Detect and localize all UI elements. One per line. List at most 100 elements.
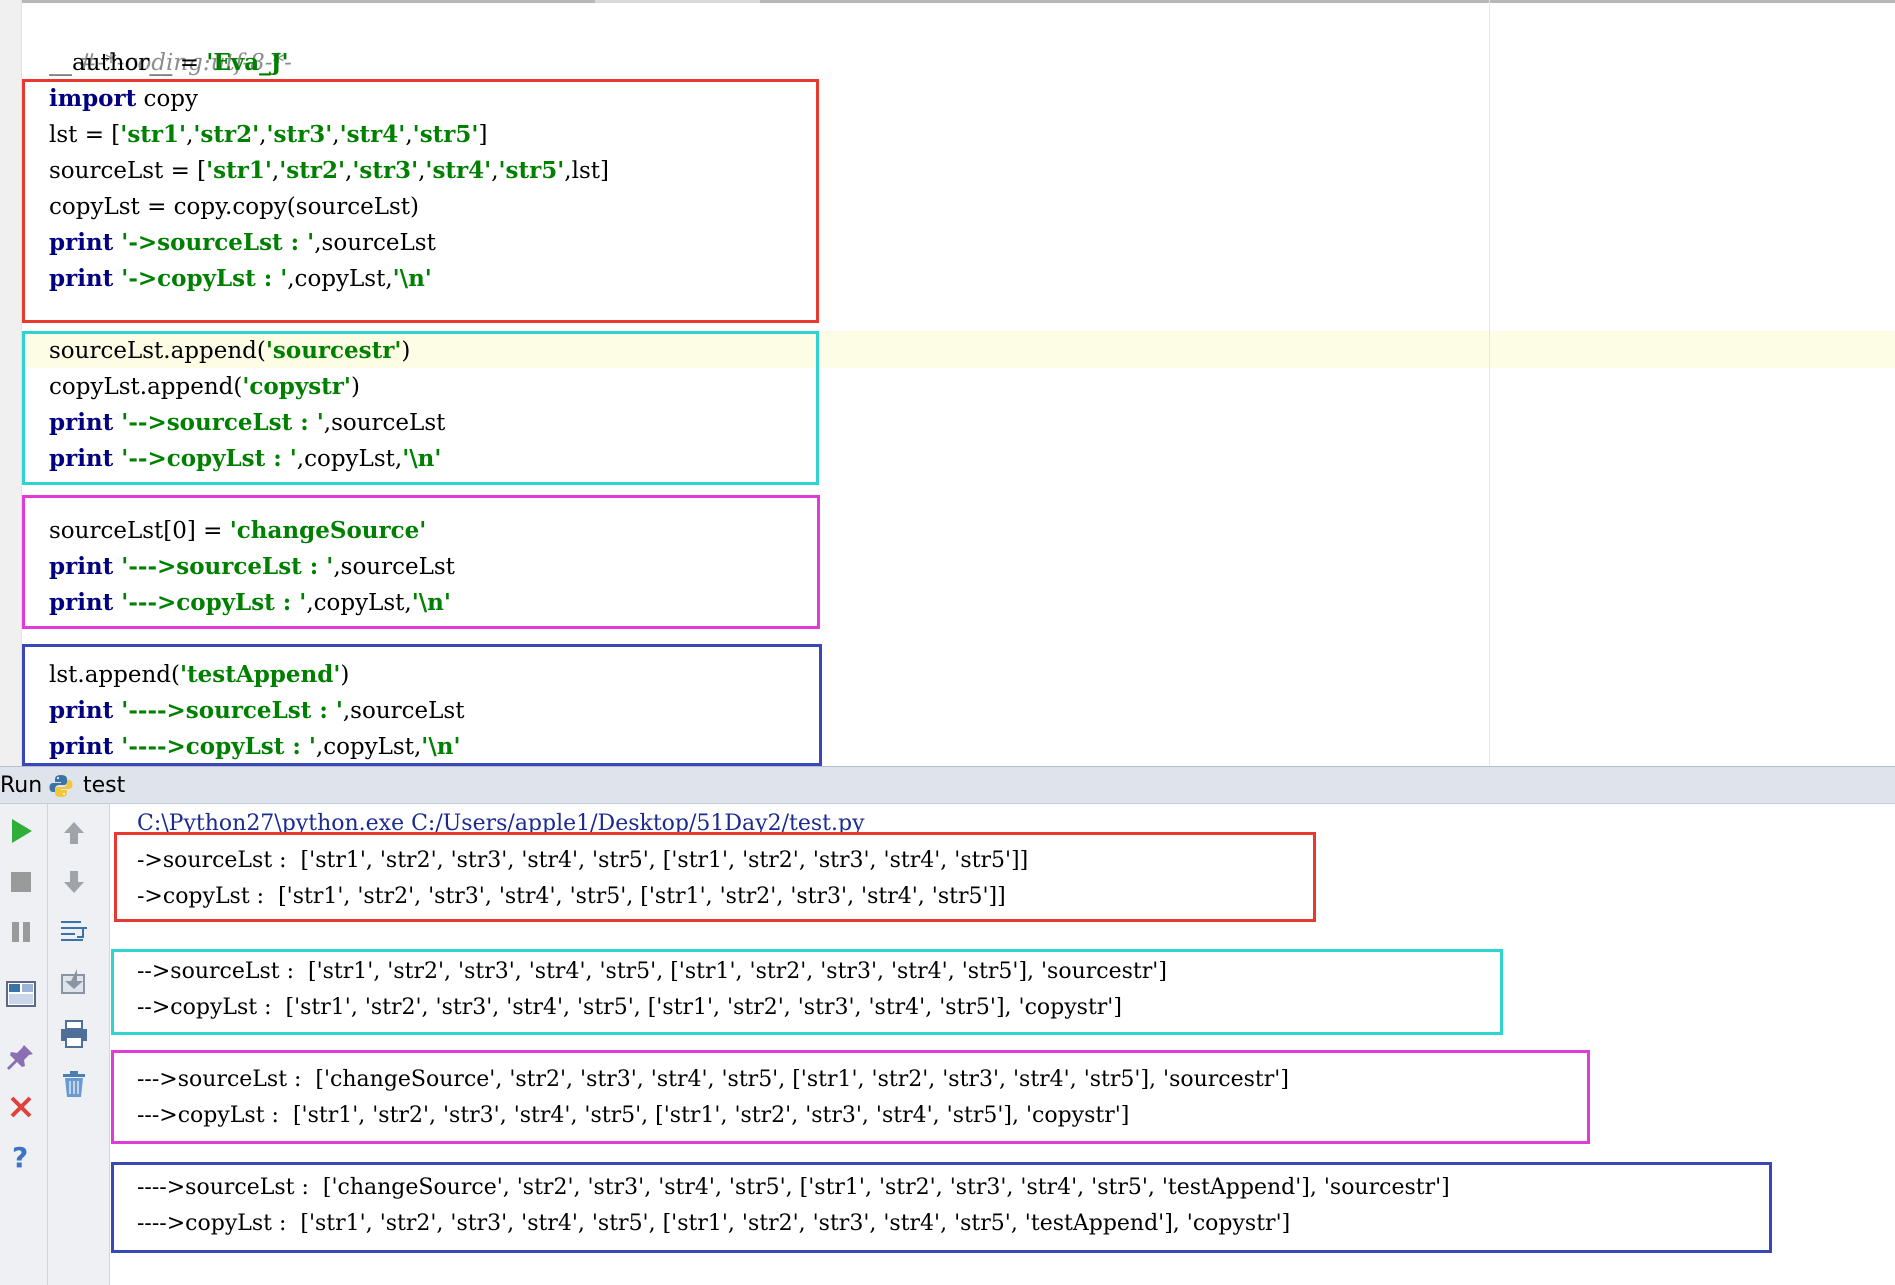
trash-icon[interactable] xyxy=(57,1067,91,1101)
identifier-token: lst.append( xyxy=(49,662,180,688)
string-token: 'sourcestr' xyxy=(265,337,402,364)
code-line[interactable]: print '-->copyLst : ',copyLst,'\n' xyxy=(49,441,441,477)
string-token: '-->sourceLst : ' xyxy=(113,409,324,436)
code-line[interactable]: print '->sourceLst : ',sourceLst xyxy=(49,225,436,261)
identifier-token: copyLst = copy.copy(sourceLst) xyxy=(49,194,420,220)
code-line[interactable]: copyLst = copy.copy(sourceLst) xyxy=(49,189,419,225)
string-token: 'Eva_J' xyxy=(206,49,289,76)
run-toolbar-right xyxy=(48,804,110,1285)
string-token: 'str4' xyxy=(425,157,492,184)
string-token: '--->copyLst : ' xyxy=(113,589,307,616)
keyword-token: print xyxy=(49,553,114,580)
scroll-to-end-icon[interactable] xyxy=(57,965,91,999)
console-output-line: ---->sourceLst : ['changeSource', 'str2'… xyxy=(137,1175,1450,1200)
help-icon[interactable]: ? xyxy=(4,1140,38,1174)
string-token: 'changeSource' xyxy=(229,517,427,544)
code-line[interactable]: print '-->sourceLst : ',sourceLst xyxy=(49,405,445,441)
identifier-token: sourceLst.append( xyxy=(49,338,266,364)
code-line[interactable]: print '--->copyLst : ',copyLst,'\n' xyxy=(49,585,451,621)
punct-token: , xyxy=(405,122,413,148)
code-line[interactable]: print '--->sourceLst : ',sourceLst xyxy=(49,549,455,585)
console-output-line: --->copyLst : ['str1', 'str2', 'str3', '… xyxy=(137,1103,1130,1128)
string-token: 'str1' xyxy=(206,157,272,184)
layout-icon[interactable] xyxy=(4,977,38,1011)
identifier-token: ,sourceLst xyxy=(314,230,436,256)
identifier-token: ,sourceLst xyxy=(342,698,465,724)
string-token: 'str5' xyxy=(412,121,479,148)
keyword-token: print xyxy=(49,733,114,760)
keyword-token: print xyxy=(49,409,114,436)
code-line[interactable]: copyLst.append('copystr') xyxy=(49,369,360,405)
editor-tab-strip xyxy=(0,0,1895,3)
identifier-token: sourceLst[0] = xyxy=(49,518,230,544)
editor-scrollbar-track[interactable] xyxy=(760,0,1895,3)
identifier-token: ,copyLst, xyxy=(315,734,422,760)
string-token: '->sourceLst : ' xyxy=(113,229,315,256)
editor-gutter xyxy=(0,0,22,766)
punct-token: ) xyxy=(340,662,350,688)
code-line[interactable]: sourceLst = ['str1','str2','str3','str4'… xyxy=(49,153,609,189)
string-token: '\n' xyxy=(402,445,442,472)
close-icon[interactable] xyxy=(4,1090,38,1124)
punct-token: ) xyxy=(401,338,411,364)
run-label: Run xyxy=(0,773,43,798)
punct-token: , xyxy=(332,122,340,148)
code-line[interactable]: print '->copyLst : ',copyLst,'\n' xyxy=(49,261,432,297)
console-output-line: -->sourceLst : ['str1', 'str2', 'str3', … xyxy=(137,959,1167,984)
console-output-line: ->sourceLst : ['str1', 'str2', 'str3', '… xyxy=(137,848,1029,873)
pin-icon[interactable] xyxy=(4,1040,38,1074)
code-line[interactable]: sourceLst[0] = 'changeSource' xyxy=(49,513,426,549)
string-token: 'str1' xyxy=(120,121,187,148)
run-tool-window-header: Run test xyxy=(0,766,1895,804)
string-token: '--->sourceLst : ' xyxy=(113,553,334,580)
run-toolbar-left: ? xyxy=(0,804,48,1285)
down-arrow-icon[interactable] xyxy=(57,865,91,899)
string-token: '\n' xyxy=(411,589,451,616)
identifier-token: copy xyxy=(136,86,199,112)
keyword-token: print xyxy=(49,445,114,472)
string-token: 'str4' xyxy=(339,121,406,148)
identifier-token: copyLst.append( xyxy=(49,374,243,400)
string-token: '-->copyLst : ' xyxy=(113,445,297,472)
string-token: 'str2' xyxy=(279,157,346,184)
console-output-line: --->sourceLst : ['changeSource', 'str2',… xyxy=(137,1067,1289,1092)
soft-wrap-icon[interactable] xyxy=(57,915,91,949)
string-token: '---->copyLst : ' xyxy=(113,733,316,760)
string-token: '->copyLst : ' xyxy=(113,265,288,292)
up-arrow-icon[interactable] xyxy=(57,816,91,850)
string-token: 'testAppend' xyxy=(180,661,341,688)
string-token: 'str5' xyxy=(498,157,565,184)
run-console[interactable]: ? C:\Python27\python.exe C:/Users/apple1… xyxy=(0,804,1895,1285)
identifier-token: ,copyLst, xyxy=(306,590,412,616)
print-icon[interactable] xyxy=(57,1017,91,1051)
stop-icon[interactable] xyxy=(4,865,38,899)
code-editor[interactable]: #-*-coding:utf-8-*- __author__ = 'Eva_J'… xyxy=(0,0,1895,766)
identifier-token: lst = [ xyxy=(49,122,121,148)
identifier-token: ,copyLst, xyxy=(287,266,393,292)
code-line[interactable]: sourceLst.append('sourcestr') xyxy=(49,333,410,369)
code-line[interactable]: print '---->copyLst : ',copyLst,'\n' xyxy=(49,729,461,765)
code-line[interactable]: lst.append('testAppend') xyxy=(49,657,349,693)
keyword-token: print xyxy=(49,265,114,292)
string-token: '\n' xyxy=(421,733,461,760)
pause-icon[interactable] xyxy=(4,915,38,949)
console-output-line: ->copyLst : ['str1', 'str2', 'str3', 'st… xyxy=(137,884,1006,909)
python-icon xyxy=(49,775,73,797)
keyword-token: print xyxy=(49,229,114,256)
string-token: '\n' xyxy=(392,265,432,292)
code-line[interactable]: print '---->sourceLst : ',sourceLst xyxy=(49,693,464,729)
editor-tab[interactable] xyxy=(0,0,595,3)
code-line[interactable]: __author__ = 'Eva_J' xyxy=(49,45,289,81)
run-tab-test[interactable]: test xyxy=(83,773,125,798)
identifier-token: __author__ = xyxy=(49,50,207,76)
punct-token: ,lst] xyxy=(564,158,609,184)
string-token: 'str3' xyxy=(352,157,419,184)
run-icon[interactable] xyxy=(4,814,38,848)
identifier-token: ,sourceLst xyxy=(323,410,446,436)
code-line[interactable]: lst = ['str1','str2','str3','str4','str5… xyxy=(49,117,487,153)
console-output-line: ---->copyLst : ['str1', 'str2', 'str3', … xyxy=(137,1211,1291,1236)
string-token: 'str2' xyxy=(193,121,260,148)
string-token: 'copystr' xyxy=(242,373,351,400)
code-line[interactable]: import copy xyxy=(49,81,198,117)
code-line[interactable]: #-*-coding:utf-8-*- xyxy=(49,9,292,76)
